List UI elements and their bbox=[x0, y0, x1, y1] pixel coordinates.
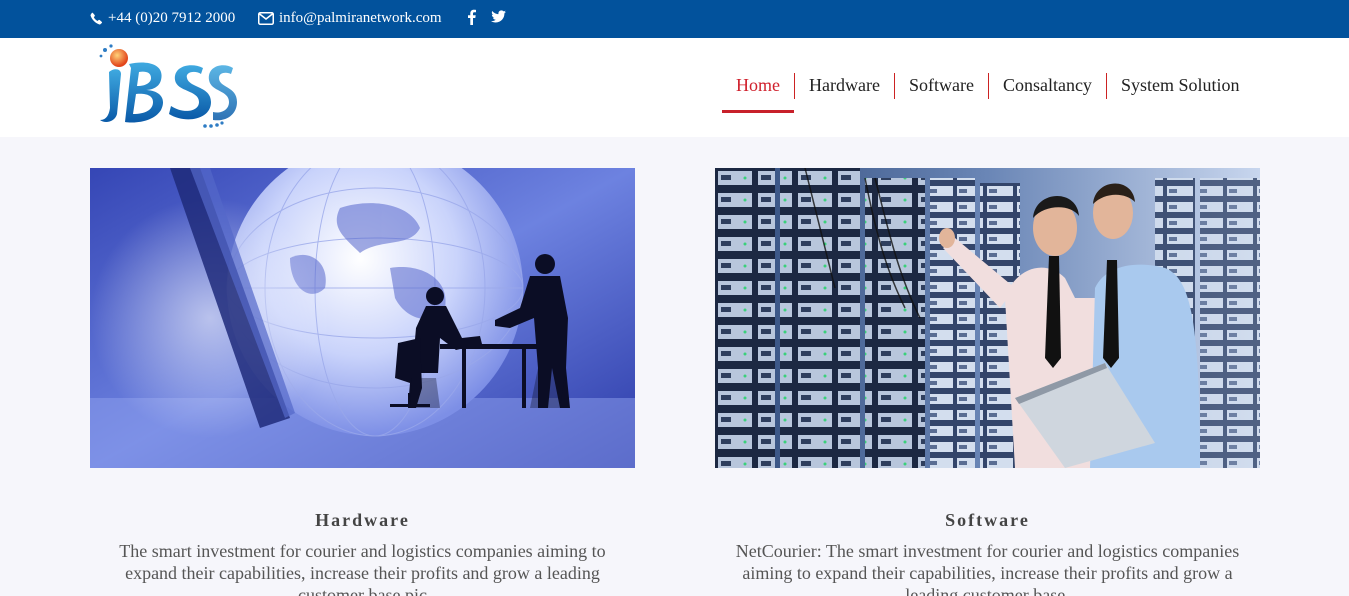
software-description: NetCourier: The smart investment for cou… bbox=[735, 541, 1240, 596]
email-contact[interactable]: info@palmiranetwork.com bbox=[258, 9, 442, 27]
nav-hardware[interactable]: Hardware bbox=[795, 73, 894, 113]
nav-consaltancy-label: Consaltancy bbox=[1002, 75, 1092, 95]
nav-home[interactable]: Home bbox=[722, 73, 794, 113]
nav-consaltancy[interactable]: Consaltancy bbox=[989, 73, 1106, 113]
top-contact-bar: +44 (0)20 7912 2000 info@palmiranetwork.… bbox=[0, 0, 1349, 38]
nav-system-solution[interactable]: System Solution bbox=[1107, 73, 1254, 113]
nav-software[interactable]: Software bbox=[895, 73, 988, 113]
facebook-icon[interactable] bbox=[467, 9, 476, 25]
software-image[interactable] bbox=[715, 168, 1260, 468]
hardware-image[interactable] bbox=[90, 168, 635, 468]
hardware-description: The smart investment for courier and log… bbox=[119, 541, 606, 596]
envelope-icon bbox=[258, 11, 274, 25]
nav-software-label: Software bbox=[908, 75, 974, 95]
ibs-logo[interactable] bbox=[95, 42, 237, 130]
twitter-icon[interactable] bbox=[491, 10, 506, 23]
nav-system-solution-label: System Solution bbox=[1120, 75, 1240, 95]
phone-contact[interactable]: +44 (0)20 7912 2000 bbox=[90, 9, 235, 27]
phone-icon bbox=[90, 12, 103, 25]
email-address: info@palmiranetwork.com bbox=[279, 10, 442, 26]
site-header: Home Hardware Software Consaltancy Syste… bbox=[0, 38, 1349, 137]
main-navigation: Home Hardware Software Consaltancy Syste… bbox=[722, 73, 1253, 113]
hardware-title: Hardware bbox=[315, 510, 410, 530]
phone-number: +44 (0)20 7912 2000 bbox=[108, 10, 236, 26]
nav-home-label: Home bbox=[736, 75, 780, 95]
software-title: Software bbox=[945, 510, 1030, 530]
nav-hardware-label: Hardware bbox=[809, 75, 880, 95]
